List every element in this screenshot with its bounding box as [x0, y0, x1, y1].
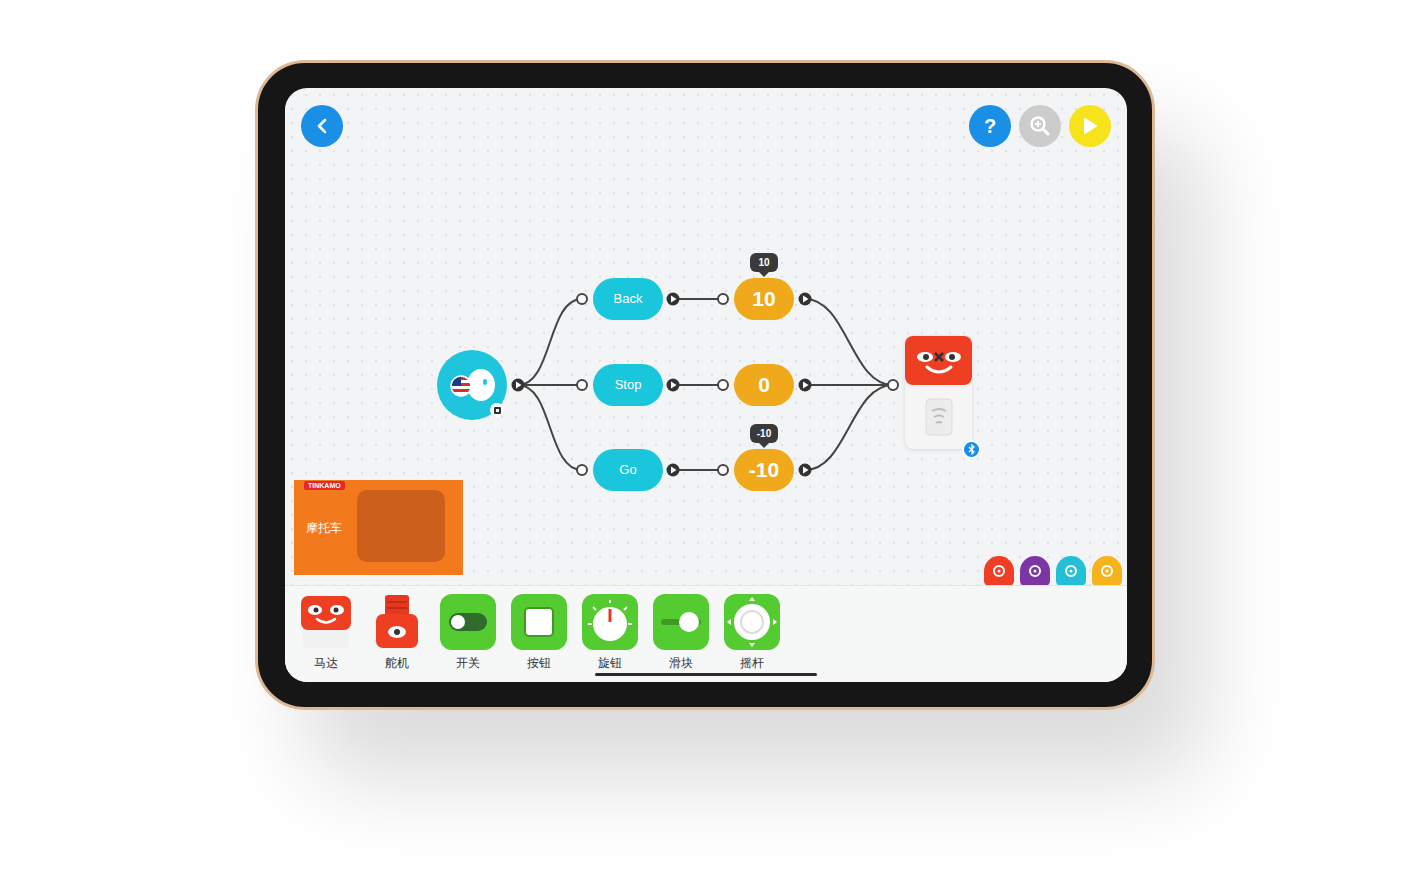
joystick-icon: [724, 594, 780, 650]
command-label-node[interactable]: Back: [593, 278, 663, 320]
tooltip-arrow: [759, 443, 769, 448]
command-label-node[interactable]: Go: [593, 449, 663, 491]
wire: [805, 299, 893, 385]
input-port[interactable]: [577, 294, 587, 304]
brand-tag: TINKAMO: [304, 481, 345, 490]
palette-item[interactable]: 舵机: [369, 594, 425, 682]
output-port[interactable]: [667, 464, 680, 477]
command-label-node[interactable]: Stop: [593, 364, 663, 406]
category-icon: [1099, 563, 1115, 579]
palette-item[interactable]: 马达: [298, 594, 354, 682]
palette-label: 滑块: [669, 656, 693, 670]
palette-label: 舵机: [385, 656, 409, 670]
output-port[interactable]: [799, 464, 812, 477]
category-icon: [1063, 563, 1079, 579]
back-button[interactable]: [301, 105, 343, 147]
value-node[interactable]: 1010: [734, 278, 794, 320]
wire: [518, 299, 582, 385]
wireless-icon: [924, 397, 954, 437]
motor-base: [905, 385, 972, 449]
value-text: -10: [749, 454, 779, 486]
value-text: 0: [758, 369, 770, 401]
category-button[interactable]: [1092, 556, 1122, 586]
wire: [673, 469, 723, 471]
wire: [805, 385, 893, 470]
play-button[interactable]: [1069, 105, 1111, 147]
value-tooltip: 10: [750, 253, 778, 272]
wire: [805, 384, 893, 386]
output-port[interactable]: [512, 379, 525, 392]
stop-recording-button[interactable]: [490, 403, 504, 417]
knob-icon: [582, 594, 638, 650]
category-bar: [984, 556, 1122, 586]
button-icon: [511, 594, 567, 650]
category-button[interactable]: [984, 556, 1014, 586]
project-title: 摩托车: [306, 519, 342, 537]
voice-flag-face-icon: [447, 365, 497, 405]
servo-icon: [369, 594, 425, 650]
zoom-button[interactable]: [1019, 105, 1061, 147]
wire: [518, 385, 582, 470]
play-icon: [1082, 117, 1098, 135]
input-port[interactable]: [577, 380, 587, 390]
switch-icon: [440, 594, 496, 650]
input-port[interactable]: [718, 380, 728, 390]
output-port[interactable]: [799, 293, 812, 306]
tooltip-arrow: [759, 272, 769, 277]
help-button[interactable]: ?: [969, 105, 1011, 147]
tablet-frame: Back1010Stop0Go-10-10: [255, 60, 1155, 710]
top-bar: ?: [285, 88, 1127, 147]
magnifier-icon: [1029, 115, 1051, 137]
motor-block[interactable]: [905, 336, 972, 449]
wire: [518, 384, 582, 386]
value-node[interactable]: 0: [734, 364, 794, 406]
category-icon: [991, 563, 1007, 579]
category-button[interactable]: [1056, 556, 1086, 586]
project-picture: [357, 490, 445, 562]
palette-label: 摇杆: [740, 656, 764, 670]
wire: [673, 298, 723, 300]
input-port[interactable]: [718, 465, 728, 475]
palette-item[interactable]: 开关: [440, 594, 496, 682]
output-port[interactable]: [799, 379, 812, 392]
stop-square-icon: [494, 407, 501, 414]
palette-label: 旋钮: [598, 656, 622, 670]
value-text: 10: [752, 283, 775, 315]
motor-face: [905, 336, 972, 385]
wire: [673, 384, 723, 386]
input-port[interactable]: [718, 294, 728, 304]
slider-icon: [653, 594, 709, 650]
bluetooth-icon: [968, 444, 976, 455]
motor-face-icon: [909, 341, 969, 381]
value-node[interactable]: -10-10: [734, 449, 794, 491]
palette-label: 马达: [314, 656, 338, 670]
category-button[interactable]: [1020, 556, 1050, 586]
category-icon: [1027, 563, 1043, 579]
palette-item[interactable]: 摇杆: [724, 594, 780, 682]
input-port[interactable]: [888, 380, 898, 390]
bluetooth-badge: [962, 440, 981, 459]
palette-label: 按钮: [527, 656, 551, 670]
palette-label: 开关: [456, 656, 480, 670]
palette-item[interactable]: 滑块: [653, 594, 709, 682]
chevron-left-icon: [315, 118, 329, 134]
value-tooltip: -10: [750, 424, 778, 443]
top-actions: ?: [969, 105, 1111, 147]
palette-item[interactable]: 按钮: [511, 594, 567, 682]
app-screen: Back1010Stop0Go-10-10: [285, 88, 1127, 682]
home-indicator: [595, 673, 817, 676]
output-port[interactable]: [667, 293, 680, 306]
input-port[interactable]: [577, 465, 587, 475]
palette-item[interactable]: 旋钮: [582, 594, 638, 682]
project-card[interactable]: TINKAMO 摩托车: [294, 480, 463, 575]
output-port[interactable]: [667, 379, 680, 392]
block-palette: 马达 舵机 开关 按钮 旋钮 滑块 摇杆: [285, 585, 1127, 682]
motor-icon: [298, 594, 354, 650]
